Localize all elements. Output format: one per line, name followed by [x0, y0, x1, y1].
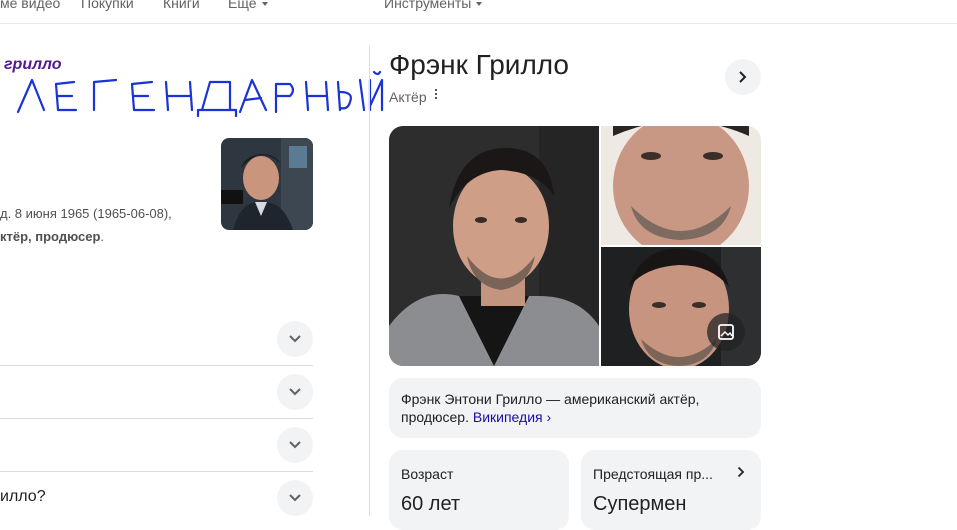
bio-occupation: ктёр, продюсер: [0, 229, 101, 244]
description-text: Фрэнк Энтони Грилло — американский актёр…: [401, 390, 741, 426]
image-search-icon: [718, 324, 734, 340]
panel-subtitle: Актёр: [389, 89, 427, 105]
related-question-row-1[interactable]: [0, 313, 313, 365]
side-photo-top[interactable]: [601, 126, 761, 245]
description-card: Фрэнк Энтони Грилло — американский актёр…: [389, 378, 761, 438]
tab-books[interactable]: Книги: [163, 0, 200, 11]
side-photo-bottom[interactable]: [601, 247, 761, 366]
handwritten-annotation: [16, 70, 384, 118]
tools-button[interactable]: Инструменты: [384, 0, 483, 11]
related-question-text[interactable]: илло?: [0, 488, 46, 506]
tools-label: Инструменты: [384, 0, 472, 11]
image-gallery: [389, 126, 761, 366]
chevron-down-icon: [289, 441, 301, 449]
related-question-row-2[interactable]: [0, 366, 313, 418]
fact-label: Возраст: [401, 466, 454, 482]
fact-card-upcoming[interactable]: Предстоящая пр... Супермен: [581, 450, 761, 530]
caret-down-icon: [261, 2, 268, 7]
bio-birth-line: д. 8 июня 1965 (1965-06-08),: [0, 206, 172, 221]
tab-videos[interactable]: ме видео: [0, 0, 60, 11]
main-photo[interactable]: [389, 126, 599, 366]
panel-expand-button[interactable]: [725, 59, 761, 95]
chevron-right-icon: [737, 466, 745, 478]
more-vert-icon[interactable]: [433, 87, 439, 101]
fact-label: Предстоящая пр...: [593, 466, 713, 482]
expand-button[interactable]: [277, 480, 313, 516]
wikipedia-link-label: Википедия: [472, 409, 543, 425]
image-search-button[interactable]: [707, 313, 745, 351]
expand-button[interactable]: [277, 427, 313, 463]
chevron-down-icon: [289, 494, 301, 502]
panel-title: Фрэнк Грилло: [389, 49, 570, 80]
left-thumbnail-photo[interactable]: [221, 138, 313, 230]
caret-down-icon: [476, 2, 483, 7]
bio-period: .: [100, 229, 105, 244]
chevron-down-icon: [289, 335, 301, 343]
expand-button[interactable]: [277, 374, 313, 410]
fact-value: Супермен: [593, 493, 687, 515]
column-divider: [369, 46, 370, 516]
chevron-right-icon: [739, 71, 747, 83]
wikipedia-link[interactable]: Википедия ›: [473, 409, 551, 425]
tab-more[interactable]: Еще: [228, 0, 268, 11]
tab-more-label: Еще: [228, 0, 257, 11]
bio-occupation-line: ктёр, продюсер.: [0, 229, 104, 244]
related-question-row-3[interactable]: [0, 419, 313, 471]
related-question-row-4[interactable]: [0, 472, 313, 524]
chevron-down-icon: [289, 388, 301, 396]
fact-card-age[interactable]: Возраст 60 лет: [389, 450, 569, 530]
fact-value: 60 лет: [401, 493, 461, 515]
tab-shopping[interactable]: Покупки: [81, 0, 134, 11]
search-tabs-bar: ме видео Покупки Книги Еще Инструменты: [0, 0, 957, 24]
expand-button[interactable]: [277, 321, 313, 357]
